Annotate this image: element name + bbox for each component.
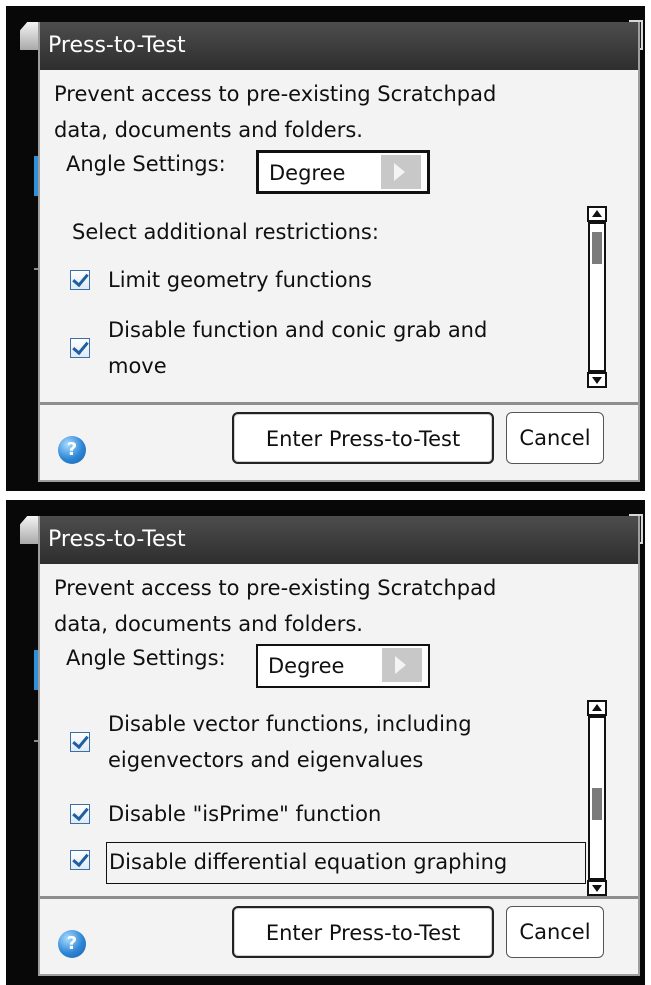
- screen-top: Press-to-Test Prevent access to pre-exis…: [0, 0, 651, 491]
- checkbox-checked-icon[interactable]: [70, 732, 90, 752]
- enter-press-to-test-button[interactable]: Enter Press-to-Test: [232, 412, 494, 464]
- restrictions-label: Select additional restrictions:: [72, 220, 379, 244]
- description-line: data, documents and folders.: [54, 118, 363, 142]
- option-label: move: [108, 354, 167, 378]
- press-to-test-dialog: Press-to-Test Prevent access to pre-exis…: [38, 516, 640, 976]
- angle-settings-label: Angle Settings:: [66, 646, 226, 670]
- dialog-description: Prevent access to pre-existing Scratchpa…: [54, 570, 614, 642]
- option-label: Disable "isPrime" function: [108, 802, 382, 826]
- divider: [40, 402, 638, 405]
- description-line: Prevent access to pre-existing Scratchpa…: [54, 576, 497, 600]
- option-label: Limit geometry functions: [108, 268, 372, 292]
- cancel-button[interactable]: Cancel: [506, 906, 604, 958]
- dialog-title: Press-to-Test: [40, 22, 638, 70]
- scrollbar-thumb[interactable]: [592, 788, 602, 820]
- description-line: Prevent access to pre-existing Scratchpa…: [54, 82, 497, 106]
- description-line: data, documents and folders.: [54, 612, 363, 636]
- screen-bottom: Press-to-Test Prevent access to pre-exis…: [0, 494, 651, 985]
- scroll-up-button[interactable]: [587, 206, 607, 222]
- help-icon[interactable]: ?: [58, 930, 86, 958]
- dropdown-arrow-icon[interactable]: [382, 648, 422, 682]
- checkbox-checked-icon[interactable]: [70, 338, 90, 358]
- scrollbar-thumb[interactable]: [592, 232, 602, 264]
- angle-settings-value: Degree: [269, 161, 346, 185]
- option-disable-diffeq-checkbox-wrap[interactable]: [70, 850, 90, 870]
- option-disable-diffeq[interactable]: Disable differential equation graphing: [106, 842, 586, 884]
- option-label: Disable differential equation graphing: [109, 850, 508, 874]
- scroll-down-button[interactable]: [587, 372, 607, 388]
- dropdown-arrow-icon[interactable]: [381, 155, 421, 189]
- angle-settings-label: Angle Settings:: [66, 152, 226, 176]
- option-label: Disable vector functions, including: [108, 712, 472, 736]
- scrollbar-track[interactable]: [588, 716, 606, 880]
- option-label: Disable function and conic grab and: [108, 318, 488, 342]
- divider: [40, 896, 638, 899]
- checkbox-checked-icon[interactable]: [70, 270, 90, 290]
- dialog-description: Prevent access to pre-existing Scratchpa…: [54, 76, 614, 148]
- press-to-test-dialog: Press-to-Test Prevent access to pre-exis…: [38, 22, 640, 482]
- scroll-up-button[interactable]: [587, 700, 607, 716]
- angle-settings-dropdown[interactable]: Degree: [256, 150, 430, 194]
- angle-settings-value: Degree: [268, 654, 345, 678]
- angle-settings-dropdown[interactable]: Degree: [256, 644, 430, 688]
- enter-press-to-test-button[interactable]: Enter Press-to-Test: [232, 906, 494, 958]
- cancel-button[interactable]: Cancel: [506, 412, 604, 464]
- scrollbar-track[interactable]: [588, 222, 606, 372]
- dialog-title: Press-to-Test: [40, 516, 638, 564]
- checkbox-checked-icon[interactable]: [70, 850, 90, 870]
- checkbox-checked-icon[interactable]: [70, 804, 90, 824]
- scroll-down-button[interactable]: [587, 880, 607, 896]
- help-icon[interactable]: ?: [58, 436, 86, 464]
- option-label: eigenvectors and eigenvalues: [108, 748, 424, 772]
